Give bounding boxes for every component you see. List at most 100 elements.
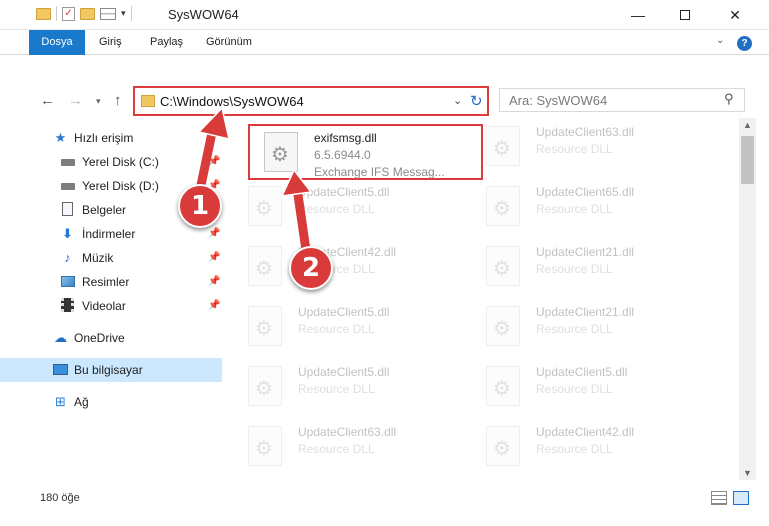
- help-button[interactable]: ?: [737, 36, 752, 51]
- dll-file-icon: [486, 306, 520, 346]
- refresh-icon[interactable]: ↻: [470, 92, 483, 110]
- file-item[interactable]: UpdateClient5.dll Resource DLL: [232, 298, 467, 354]
- details-view-icon[interactable]: [711, 491, 727, 505]
- up-arrow-icon[interactable]: ↑: [114, 92, 122, 109]
- sidebar-item-downloads[interactable]: ⬇ İndirmeler 📌: [0, 222, 222, 246]
- ribbon: Dosya Giriş Paylaş Görünüm ⌄ ?: [0, 30, 769, 55]
- network-icon: ⊞: [55, 394, 66, 409]
- dll-file-icon: [486, 186, 520, 226]
- search-input[interactable]: Ara: SysWOW64: [509, 93, 607, 108]
- file-item[interactable]: UpdateClient63.dll Resource DLL: [470, 118, 705, 174]
- file-type: Resource DLL: [298, 442, 375, 456]
- file-list: exifsmsg.dll 6.5.6944.0 Exchange IFS Mes…: [232, 118, 739, 480]
- file-type: Resource DLL: [536, 202, 613, 216]
- dll-file-icon: [248, 426, 282, 466]
- scrollbar-thumb[interactable]: [741, 136, 754, 184]
- back-arrow-icon[interactable]: ←: [40, 92, 55, 109]
- sidebar-item-quick-access[interactable]: ★ Hızlı erişim: [0, 126, 222, 150]
- file-item[interactable]: UpdateClient21.dll Resource DLL: [470, 298, 705, 354]
- large-icons-view-icon[interactable]: [733, 491, 749, 505]
- dll-file-icon: [486, 366, 520, 406]
- forward-arrow-icon[interactable]: →: [68, 92, 83, 109]
- file-name: UpdateClient63.dll: [536, 125, 635, 139]
- status-bar: 180 öğe: [0, 488, 769, 510]
- file-name: exifsmsg.dll: [314, 131, 377, 145]
- sidebar-item-music[interactable]: ♪ Müzik 📌: [0, 246, 222, 270]
- minimize-button[interactable]: —: [615, 0, 661, 30]
- tab-file[interactable]: Dosya: [29, 30, 85, 55]
- file-name: UpdateClient42.dll: [536, 425, 635, 439]
- file-type: Resource DLL: [298, 202, 375, 216]
- recent-locations-chevron-icon[interactable]: ▾: [96, 96, 101, 107]
- tab-share[interactable]: Paylaş: [150, 30, 183, 55]
- sidebar-item-this-pc[interactable]: Bu bilgisayar: [0, 358, 222, 382]
- sidebar-item-onedrive[interactable]: ☁ OneDrive: [0, 326, 222, 350]
- title-bar: ✓ ▾ SysWOW64 — ✕: [0, 0, 769, 30]
- pin-icon[interactable]: 📌: [208, 300, 220, 311]
- file-type: Resource DLL: [536, 322, 613, 336]
- sidebar-item-label: Müzik: [82, 251, 114, 265]
- tab-home[interactable]: Giriş: [99, 30, 122, 55]
- sidebar-item-label: Videolar: [82, 299, 126, 313]
- sidebar-item-videos[interactable]: Videolar 📌: [0, 294, 222, 318]
- quick-access-toolbar: ✓ ▾: [36, 6, 132, 21]
- sidebar-item-label: OneDrive: [74, 331, 125, 345]
- sidebar-item-label: İndirmeler: [82, 227, 136, 241]
- file-item-exifsmsg[interactable]: exifsmsg.dll 6.5.6944.0 Exchange IFS Mes…: [248, 124, 483, 180]
- pin-icon[interactable]: 📌: [208, 276, 220, 287]
- expand-ribbon-chevron-icon[interactable]: ⌄: [716, 35, 724, 46]
- pin-icon[interactable]: 📌: [208, 156, 220, 167]
- divider: [130, 6, 132, 21]
- properties-check-icon[interactable]: ✓: [62, 6, 75, 21]
- file-item[interactable]: UpdateClient5.dll Resource DLL: [232, 358, 467, 414]
- address-bar[interactable]: C:\Windows\SysWOW64 ⌄ ↻: [133, 86, 489, 116]
- sidebar-item-pictures[interactable]: Resimler 📌: [0, 270, 222, 294]
- scroll-up-arrow-icon[interactable]: ▲: [743, 120, 752, 130]
- file-item[interactable]: UpdateClient42.dll Resource DLL: [470, 418, 705, 474]
- videos-icon: [60, 298, 75, 313]
- close-button[interactable]: ✕: [712, 0, 758, 30]
- file-item[interactable]: UpdateClient21.dll Resource DLL: [470, 238, 705, 294]
- file-item[interactable]: UpdateClient5.dll Resource DLL: [470, 358, 705, 414]
- file-name: UpdateClient21.dll: [536, 305, 635, 319]
- address-dropdown-chevron-icon[interactable]: ⌄: [453, 94, 462, 107]
- sidebar-item-network[interactable]: ⊞ Ağ: [0, 390, 222, 414]
- callout-badge-2: 2: [289, 246, 333, 290]
- file-type: Resource DLL: [536, 262, 613, 276]
- dll-file-icon: [248, 366, 282, 406]
- dll-file-icon: [264, 132, 298, 172]
- scroll-down-arrow-icon[interactable]: ▼: [743, 468, 752, 478]
- file-item[interactable]: UpdateClient65.dll Resource DLL: [470, 178, 705, 234]
- file-name: UpdateClient63.dll: [298, 425, 397, 439]
- folder-icon: [141, 95, 155, 107]
- file-name: UpdateClient5.dll: [298, 185, 390, 199]
- file-type: Resource DLL: [536, 142, 613, 156]
- music-icon: ♪: [64, 250, 71, 265]
- sidebar-item-local-disk-c[interactable]: Yerel Disk (C:) 📌: [0, 150, 222, 174]
- new-folder-icon[interactable]: [80, 7, 95, 20]
- tab-view[interactable]: Görünüm: [206, 30, 252, 55]
- file-name: UpdateClient5.dll: [298, 305, 390, 319]
- file-version: 6.5.6944.0: [314, 148, 371, 162]
- sidebar-item-label: Ağ: [74, 395, 89, 409]
- file-item[interactable]: UpdateClient42.dll Resource DLL: [232, 238, 467, 294]
- address-path[interactable]: C:\Windows\SysWOW64: [160, 94, 304, 109]
- customize-toolbar-chevron-icon[interactable]: ▾: [121, 8, 126, 19]
- drive-icon: [60, 154, 75, 169]
- callout-badge-1: 1: [178, 184, 222, 228]
- file-item[interactable]: UpdateClient5.dll Resource DLL: [232, 178, 467, 234]
- vertical-scrollbar[interactable]: ▲ ▼: [739, 118, 756, 480]
- navigation-pane: ★ Hızlı erişim Yerel Disk (C:) 📌 Yerel D…: [0, 122, 222, 482]
- file-item[interactable]: UpdateClient63.dll Resource DLL: [232, 418, 467, 474]
- maximize-button[interactable]: [662, 0, 708, 30]
- drive-icon: [60, 178, 75, 193]
- dll-file-icon: [486, 126, 520, 166]
- pin-icon[interactable]: 📌: [208, 228, 220, 239]
- file-type: Resource DLL: [536, 382, 613, 396]
- item-count: 180 öğe: [40, 492, 80, 504]
- search-icon[interactable]: ⚲: [724, 91, 734, 107]
- search-box[interactable]: Ara: SysWOW64 ⚲: [499, 88, 745, 112]
- pin-icon[interactable]: 📌: [208, 252, 220, 263]
- dll-file-icon: [248, 186, 282, 226]
- properties-icon[interactable]: [100, 7, 116, 20]
